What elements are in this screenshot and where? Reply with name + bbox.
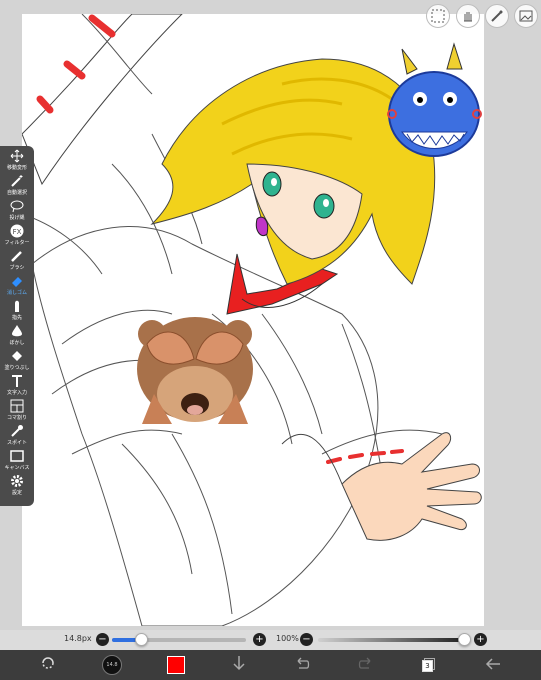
image-icon[interactable] (514, 4, 538, 28)
layer-count: 3 (422, 660, 433, 672)
brush-preview-button[interactable]: 14.8 (94, 650, 130, 680)
tool-label: 塗りつぶし (4, 365, 30, 371)
svg-text:FX: FX (13, 228, 22, 236)
opacity-label: 100% (276, 634, 299, 643)
tool-label: 自動選択 (6, 190, 27, 196)
tool-label: キャンバス (4, 465, 30, 471)
layers-button[interactable]: 3 (411, 650, 447, 680)
opacity-decrease-button[interactable]: − (300, 633, 313, 646)
brush-size-increase-button[interactable]: + (253, 633, 266, 646)
selection-icon[interactable] (426, 4, 450, 28)
eraser-icon (9, 273, 25, 289)
brush-size-thumb[interactable] (135, 633, 149, 646)
tool-label: 指先 (11, 315, 22, 321)
brush-preview: 14.8 (102, 655, 122, 675)
drawing-canvas[interactable] (22, 14, 484, 626)
oni-sticker (387, 42, 482, 157)
blur-icon (9, 323, 25, 339)
tool-label: ぼかし (9, 340, 25, 346)
tool-label: 投げ縄 (9, 215, 25, 221)
tool-label: スポイト (6, 440, 27, 446)
back-button[interactable] (475, 650, 511, 680)
bottom-toolbar: 14.8 3 (0, 650, 541, 680)
tool-label: 移動変形 (6, 165, 27, 171)
color-swatch (167, 656, 185, 674)
tool-palette: 移動変形 自動選択 投げ縄 FX フィルター ブラシ 消しゴム 指先 ぼかし 塗… (0, 146, 34, 506)
brush-size-decrease-button[interactable]: − (96, 633, 109, 646)
opacity-track[interactable] (318, 638, 464, 642)
lasso-icon (9, 198, 25, 214)
brush-size-track[interactable] (112, 638, 246, 642)
slider-bar: 14.8px − + 100% − + (0, 630, 541, 650)
tool-label: 文字入力 (6, 390, 27, 396)
opacity-increase-button[interactable]: + (474, 633, 487, 646)
text-icon (9, 373, 25, 389)
tool-label: 設定 (11, 490, 22, 496)
layers-icon: 3 (422, 658, 436, 672)
hand-icon[interactable] (456, 4, 480, 28)
pen-icon[interactable] (485, 4, 509, 28)
tool-label: ブラシ (9, 265, 25, 271)
arrow-left-icon (485, 656, 501, 675)
brush-icon (9, 248, 25, 264)
frame-icon (9, 398, 25, 414)
tool-label: フィルター (4, 240, 30, 246)
eyedropper-icon (9, 423, 25, 439)
fill-icon (9, 348, 25, 364)
finger-icon (9, 298, 25, 314)
undo-icon (294, 656, 310, 675)
tool-settings[interactable]: 設定 (0, 473, 34, 503)
settings-icon (9, 473, 25, 489)
monkey-sticker (137, 317, 253, 424)
redo-button[interactable] (348, 650, 384, 680)
undo-button[interactable] (284, 650, 320, 680)
redo-icon (358, 656, 374, 675)
fx-icon: FX (9, 223, 25, 239)
tool-label: 消しゴム (6, 290, 27, 296)
canvas-icon (9, 448, 25, 464)
opacity-thumb[interactable] (458, 633, 471, 646)
move-icon (9, 148, 25, 164)
brush-size-label: 14.8px (64, 634, 92, 643)
artwork (22, 14, 482, 626)
color-button[interactable] (158, 650, 194, 680)
brush-preview-label: 14.8 (106, 662, 118, 668)
magic-wand-icon (9, 173, 25, 189)
arrow-down-icon (232, 655, 246, 675)
rotate-canvas-button[interactable] (30, 650, 66, 680)
layer-down-button[interactable] (221, 650, 257, 680)
rotate-icon (40, 655, 56, 675)
tool-label: コマ割り (6, 415, 27, 421)
